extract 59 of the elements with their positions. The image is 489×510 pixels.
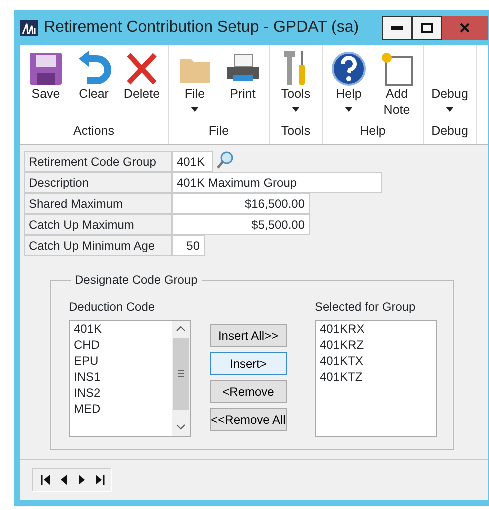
- group-title: Designate Code Group: [74, 274, 199, 286]
- list-item[interactable]: 401KRX: [316, 321, 436, 337]
- maximize-button[interactable]: [412, 16, 442, 40]
- minimize-button[interactable]: [382, 16, 412, 40]
- ribbon-button[interactable]: Debug: [428, 45, 472, 122]
- ribbon-button[interactable]: Delete: [120, 45, 164, 122]
- list-item[interactable]: 401KTZ: [316, 369, 436, 385]
- ribbon-button[interactable]: Tools: [274, 45, 318, 122]
- close-icon: [460, 22, 470, 32]
- close-button[interactable]: [442, 16, 488, 40]
- list-action-button[interactable]: Insert>: [210, 352, 287, 375]
- cross-icon: [125, 51, 159, 87]
- input-field[interactable]: 401K: [172, 151, 213, 172]
- ribbon-button[interactable]: Save: [24, 45, 68, 122]
- ribbon-group-label: Debug: [430, 123, 470, 140]
- ribbon-group-label: Tools: [280, 123, 312, 140]
- ribbon-button[interactable]: Print: [221, 45, 265, 122]
- field-label: Retirement Code Group: [24, 151, 172, 172]
- list-label: Deduction Code: [69, 299, 156, 316]
- list-label: Selected for Group: [315, 299, 416, 316]
- ribbon-button[interactable]: File: [173, 45, 217, 122]
- previous-record-icon[interactable]: [59, 474, 69, 486]
- input-field[interactable]: 401K Maximum Group: [172, 172, 382, 193]
- list-item[interactable]: 401KRZ: [316, 337, 436, 353]
- note-sparkle-icon: [380, 51, 414, 87]
- maximize-icon: [421, 22, 433, 32]
- field-label: Catch Up Minimum Age: [24, 235, 172, 256]
- ribbon-group-label: Help: [359, 123, 387, 140]
- list-action-button[interactable]: <Remove: [210, 380, 287, 403]
- list-item[interactable]: CHD: [70, 337, 172, 353]
- next-record-icon[interactable]: [77, 474, 87, 486]
- list-action-button[interactable]: <<Remove All: [210, 408, 287, 431]
- first-record-icon[interactable]: [41, 474, 51, 486]
- list-item[interactable]: MED: [70, 401, 172, 417]
- list-item[interactable]: INS1: [70, 369, 172, 385]
- help-icon: [331, 51, 367, 87]
- list-item[interactable]: EPU: [70, 353, 172, 369]
- minimize-icon: [391, 26, 403, 30]
- input-field[interactable]: 50: [172, 235, 205, 256]
- field-label: Description: [24, 172, 172, 193]
- field-label: Shared Maximum: [24, 193, 172, 214]
- ribbon-button[interactable]: Help: [327, 45, 371, 122]
- ribbon-group-label: Actions: [72, 123, 116, 140]
- ribbon-button[interactable]: Add Note: [375, 45, 419, 122]
- last-record-icon[interactable]: [95, 474, 105, 486]
- ribbon-group-label: File: [208, 123, 230, 140]
- input-field[interactable]: $16,500.00: [172, 193, 310, 214]
- window-title: Retirement Contribution Setup - GPDAT (sa): [44, 18, 360, 38]
- scrollbar[interactable]: [172, 321, 190, 436]
- list-item[interactable]: INS2: [70, 385, 172, 401]
- input-field[interactable]: $5,500.00: [172, 214, 310, 235]
- undo-arrow-icon: [77, 51, 111, 87]
- magnifier-icon: [217, 151, 233, 169]
- list-item[interactable]: 401KTX: [316, 353, 436, 369]
- list-item[interactable]: 401K: [70, 321, 172, 337]
- list-action-button[interactable]: Insert All>>: [210, 324, 287, 347]
- app-logo-icon: [20, 20, 38, 36]
- ribbon-button[interactable]: Clear: [72, 45, 116, 122]
- field-label: Catch Up Maximum: [24, 214, 172, 235]
